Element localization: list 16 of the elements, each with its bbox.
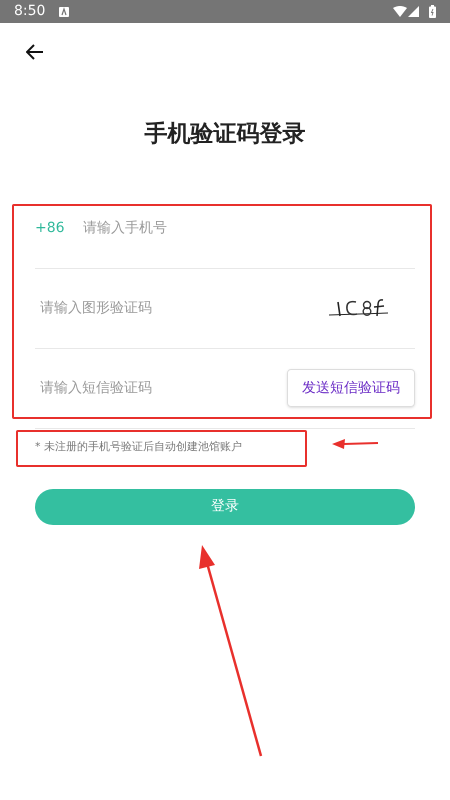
country-code[interactable]: +86 — [35, 218, 83, 238]
signal-icon — [408, 6, 419, 17]
sms-code-input[interactable]: 请输入短信验证码 — [40, 378, 287, 398]
back-button[interactable] — [24, 43, 46, 61]
annotation-arrow — [330, 437, 380, 451]
login-button[interactable]: 登录 — [35, 488, 415, 524]
registration-hint: * 未注册的手机号验证后自动创建池馆账户 — [35, 438, 242, 454]
battery-icon — [429, 5, 436, 18]
back-arrow-icon — [26, 44, 44, 60]
notification-icon — [59, 6, 70, 16]
page-title: 手机验证码登录 — [144, 120, 306, 149]
wifi-icon — [393, 6, 407, 17]
captcha-input[interactable]: 请输入图形验证码 — [40, 298, 328, 318]
phone-input[interactable]: 请输入手机号 — [83, 218, 415, 238]
status-time: 8:50 — [14, 2, 46, 21]
send-sms-button[interactable]: 发送短信验证码 — [287, 369, 415, 407]
